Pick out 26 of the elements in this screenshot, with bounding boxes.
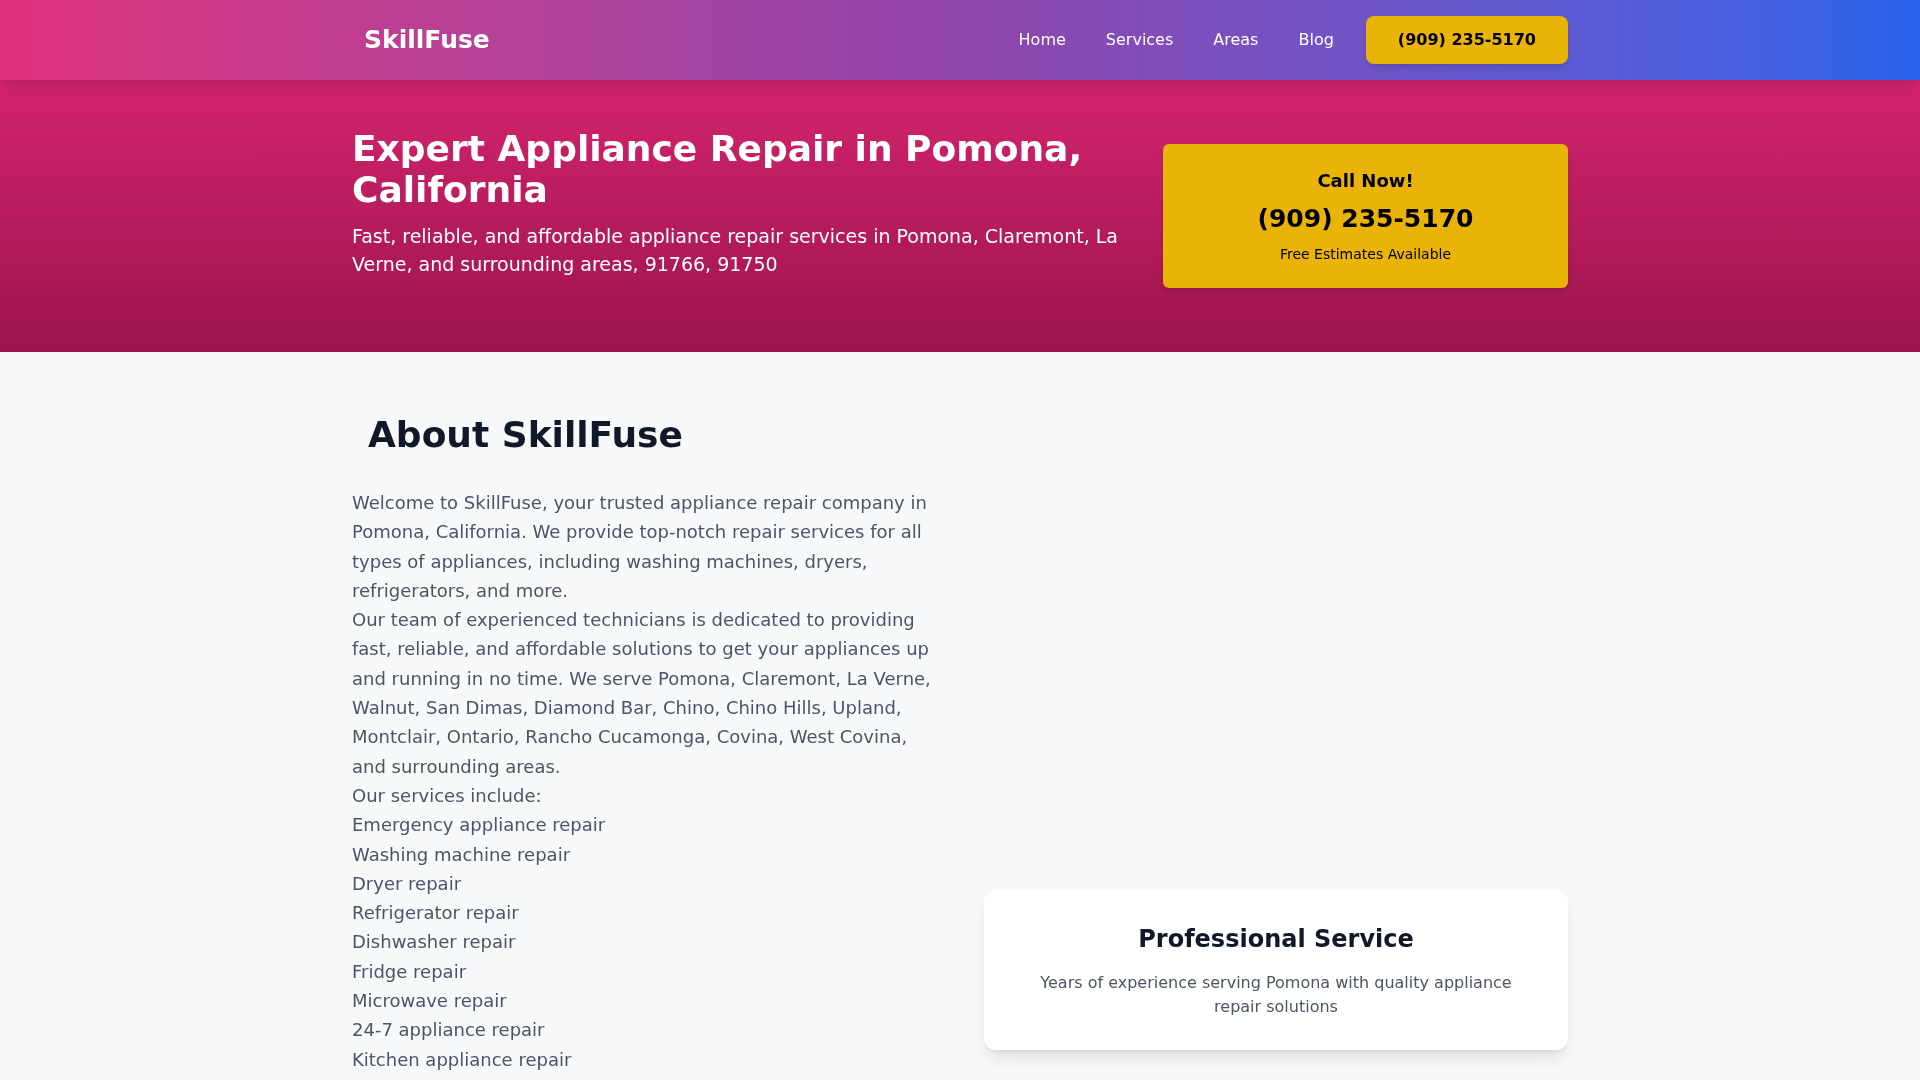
nav-link[interactable]: Home: [1018, 28, 1066, 52]
phone-link[interactable]: (909) 235-5170: [1257, 200, 1474, 238]
about-paragraph: Our services include:: [352, 783, 543, 808]
feature-text: Years of experience serving Pomona with quality appliance repair solutions: [1039, 971, 1513, 1018]
site-logo[interactable]: SkillFuse: [364, 21, 490, 59]
service-item: Dryer repair: [352, 871, 463, 896]
hero-subtitle: Fast, reliable, and affordable appliance repair services in Pomona, Claremont, La Verne, and surrounding areas, 91766, 91750: [352, 224, 1119, 277]
service-item: 24-7 appliance repair: [352, 1018, 546, 1043]
service-item: Microwave repair: [352, 989, 508, 1014]
call-heading: Call Now!: [1317, 169, 1414, 194]
service-item: Emergency appliance repair: [352, 813, 607, 838]
about-paragraph: Welcome to SkillFuse, your trusted appliance repair company in Pomona, California. We provide top-notch repair services for all types of appliances, including washing machines, dryers, refrigerators, and more.: [352, 491, 928, 603]
feature-title: Professional Service: [1138, 923, 1414, 955]
nav-link[interactable]: Services: [1105, 28, 1174, 52]
service-item: Dishwasher repair: [352, 930, 517, 955]
service-item: Fridge repair: [352, 959, 468, 984]
phone-button[interactable]: (909) 235-5170: [1365, 16, 1568, 64]
service-item: Refrigerator repair: [352, 901, 520, 926]
hero-title: Expert Appliance Repair in Pomona, California: [352, 127, 1084, 210]
service-item: Washing machine repair: [352, 842, 572, 867]
estimate-note: Free Estimates Available: [1279, 244, 1452, 264]
nav-link[interactable]: Blog: [1298, 28, 1334, 52]
about-title: About SkillFuse: [368, 413, 684, 457]
nav-link[interactable]: Areas: [1213, 28, 1259, 52]
about-paragraph: Our team of experienced technicians is dedicated to providing fast, reliable, and affordable solutions to get your appliances up and running in no time. We serve Pomona, Claremont, La Verne, Walnut, San Dimas, Diamond Bar, Chino, Chino Hills, Upland, Montclair, Ontario, Rancho Cucamonga, Covina, West Covina, and surrounding areas.: [352, 608, 932, 779]
service-item: Kitchen appliance repair: [352, 1047, 573, 1072]
